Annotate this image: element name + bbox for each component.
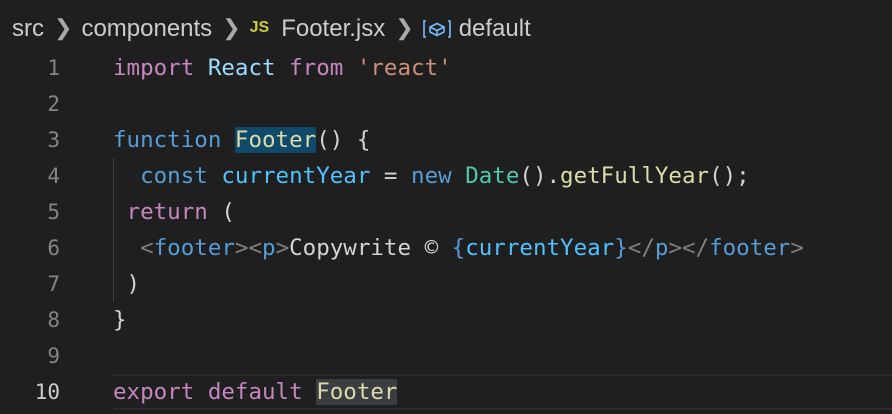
chevron-right-icon: ❯ [395, 15, 414, 40]
keyword-return: return [126, 199, 208, 225]
keyword-import: import [113, 55, 195, 81]
code-line-7[interactable]: ) [113, 266, 892, 302]
class-date: Date [465, 163, 520, 189]
code-editor: src ❯ components ❯ JS Footer.jsx ❯ defau… [0, 0, 892, 414]
punctuation: () { [316, 127, 371, 153]
tag-p: p [262, 235, 276, 261]
code-area[interactable]: import React from 'react' function Foote… [113, 50, 892, 410]
tag-bracket: < [248, 235, 263, 261]
tag-bracket: > [668, 235, 682, 261]
punctuation: (). [519, 163, 561, 189]
javascript-file-icon: JS [249, 19, 270, 36]
punctuation: (); [709, 163, 750, 189]
tag-bracket: </ [681, 235, 710, 261]
chevron-right-icon: ❯ [54, 15, 73, 40]
tag-bracket: > [275, 235, 290, 261]
tag-bracket: > [234, 235, 249, 261]
line-number-gutter: 1 2 3 4 5 6 7 8 9 10 [0, 50, 76, 410]
line-number: 5 [47, 200, 60, 224]
string-module: 'react' [356, 55, 452, 81]
code-line-2[interactable] [113, 86, 892, 122]
keyword-function: function [113, 127, 222, 153]
tag-bracket: > [790, 235, 804, 261]
breadcrumb: src ❯ components ❯ JS Footer.jsx ❯ defau… [12, 12, 531, 46]
jsx-expression: currentYear [465, 235, 615, 261]
keyword-export: export [113, 379, 195, 405]
punctuation: ) [126, 271, 141, 297]
keyword-new: new [411, 163, 452, 189]
tag-p: p [654, 235, 669, 261]
breadcrumb-item-symbol[interactable]: default [459, 15, 531, 43]
operator-assign: = [370, 163, 412, 189]
keyword-default: default [207, 379, 303, 405]
line-number: 3 [47, 128, 60, 152]
line-number: 9 [47, 344, 60, 368]
keyword-from: from [289, 55, 344, 81]
code-line-3[interactable]: function Footer() { [113, 122, 892, 158]
code-line-10[interactable]: export default Footer [113, 374, 892, 410]
jsx-brace: } [614, 235, 628, 261]
code-line-8[interactable]: } [113, 302, 892, 338]
keyword-const: const [140, 163, 208, 189]
line-number: 1 [47, 56, 60, 80]
chevron-right-icon: ❯ [222, 15, 241, 40]
variable-currentyear: currentYear [221, 163, 371, 189]
line-number: 6 [47, 236, 60, 260]
line-number: 2 [47, 92, 60, 116]
identifier-footer: Footer [316, 379, 398, 405]
method-getfullyear: getFullYear [560, 163, 710, 189]
line-number: 7 [47, 272, 60, 296]
punctuation: ( [207, 199, 235, 225]
jsx-brace: { [451, 235, 466, 261]
function-name-footer: Footer [234, 127, 317, 153]
tag-bracket: </ [627, 235, 655, 261]
line-number: 4 [47, 164, 60, 188]
code-line-1[interactable]: import React from 'react' [113, 50, 892, 86]
line-number: 8 [47, 308, 60, 332]
code-line-5[interactable]: return ( [113, 194, 892, 230]
breadcrumb-item-components[interactable]: components [81, 15, 212, 43]
breadcrumb-item-src[interactable]: src [12, 15, 44, 43]
punctuation: } [113, 307, 127, 333]
code-line-6[interactable]: <footer><p>Copywrite © {currentYear}</p>… [113, 230, 892, 266]
code-line-9[interactable] [113, 338, 892, 374]
breadcrumb-item-file[interactable]: Footer.jsx [281, 15, 385, 43]
line-number-active: 10 [34, 380, 60, 404]
symbol-variable-icon [422, 19, 451, 39]
code-line-4[interactable]: const currentYear = new Date().getFullYe… [113, 158, 892, 194]
tag-footer: footer [709, 235, 791, 261]
tag-footer: footer [153, 235, 235, 261]
jsx-text: Copywrite © [289, 235, 452, 261]
identifier-react: React [207, 55, 276, 81]
tag-bracket: < [140, 235, 154, 261]
